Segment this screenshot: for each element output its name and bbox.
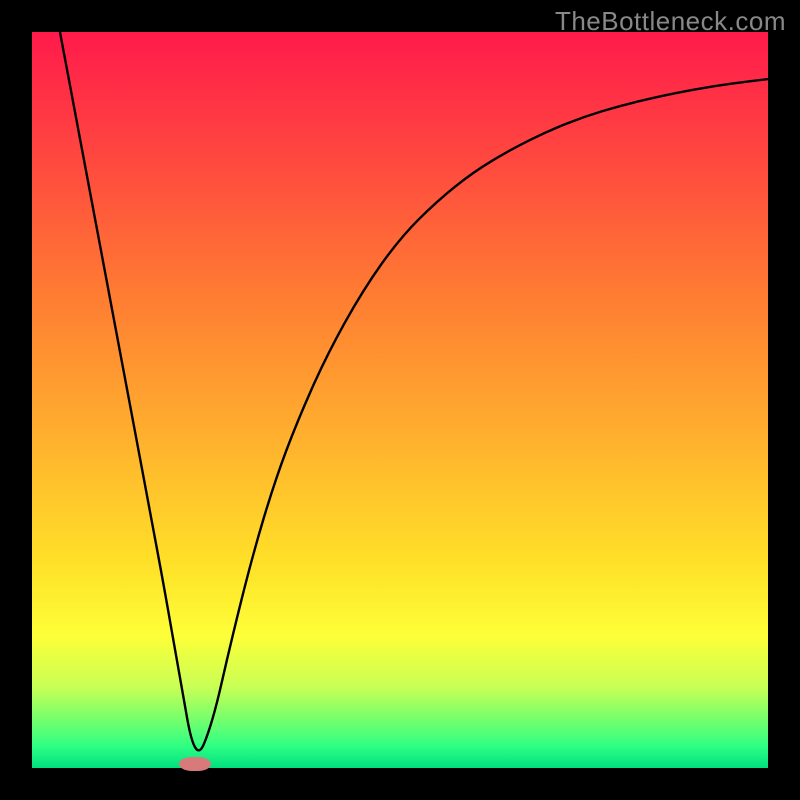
minimum-marker: [179, 757, 211, 771]
watermark-text: TheBottleneck.com: [555, 6, 786, 37]
bottleneck-curve: [32, 32, 768, 768]
plot-area: [32, 32, 768, 768]
chart-frame: TheBottleneck.com: [0, 0, 800, 800]
